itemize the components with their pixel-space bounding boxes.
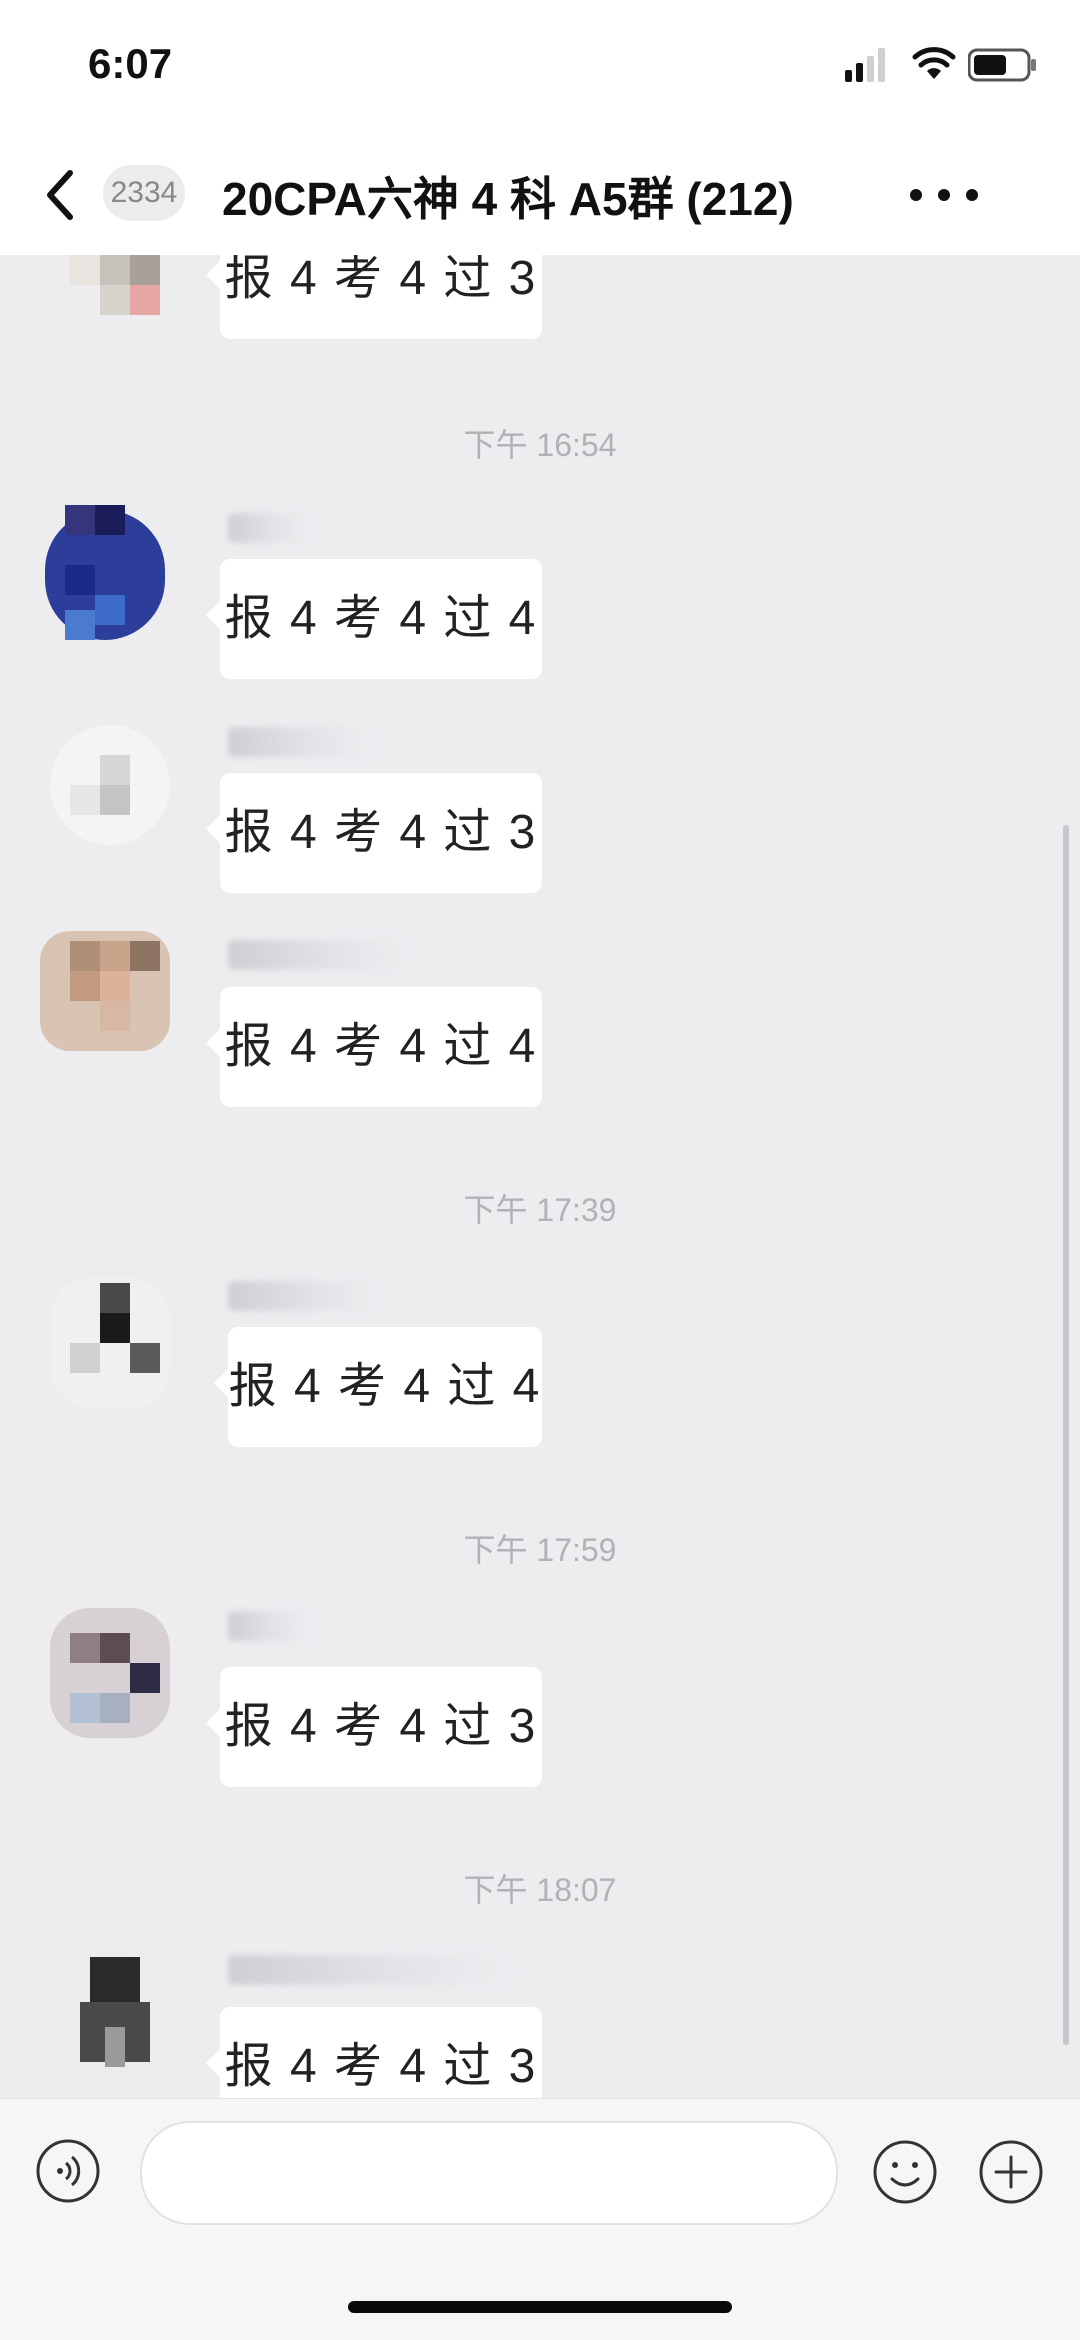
more-dots-icon[interactable] — [904, 175, 984, 215]
wifi-icon — [912, 47, 956, 79]
message-bubble[interactable]: 报 4 考 4 过 4 — [206, 987, 542, 1107]
status-time: 6:07 — [88, 40, 173, 87]
message-bubble[interactable]: 报 4 考 4 过 3 — [206, 255, 542, 339]
sender-name — [228, 513, 308, 543]
timestamp: 下午 18:07 — [463, 1872, 617, 1908]
sender-name — [228, 727, 368, 757]
avatar[interactable] — [30, 720, 182, 860]
chat-title[interactable]: 20CPA六神 4 科 A5群 (212) — [222, 163, 794, 229]
status-bar: 6:07 — [0, 0, 1080, 135]
plus-icon[interactable] — [978, 2139, 1044, 2205]
home-indicator — [348, 2301, 732, 2313]
avatar[interactable] — [30, 1603, 182, 1743]
battery-icon — [968, 48, 1036, 82]
input-bar — [0, 2098, 1080, 2340]
sender-name — [228, 1955, 508, 1985]
message-bubble[interactable]: 报 4 考 4 过 4 — [214, 1327, 542, 1447]
avatar[interactable] — [30, 505, 182, 645]
message-bubble[interactable]: 报 4 考 4 过 3 — [206, 773, 542, 893]
sender-name — [228, 1611, 308, 1641]
chat-header: 2334 20CPA六神 4 科 A5群 (212) — [0, 135, 1080, 255]
signal-icon — [845, 48, 885, 82]
message-input[interactable] — [140, 2121, 838, 2225]
sender-name — [228, 940, 408, 970]
sender-name — [228, 1281, 378, 1311]
voice-icon[interactable] — [36, 2139, 100, 2203]
timestamp: 下午 17:39 — [463, 1192, 617, 1228]
avatar[interactable] — [30, 1273, 182, 1413]
chevron-left-icon[interactable] — [40, 165, 80, 225]
message-bubble[interactable]: 报 4 考 4 过 4 — [206, 559, 542, 679]
message-list[interactable]: 报 4 考 4 过 3 下午 16:54 报 4 考 4 过 4 报 4 考 4… — [0, 255, 1080, 2098]
avatar[interactable] — [30, 1947, 182, 2087]
emoji-icon[interactable] — [872, 2139, 938, 2205]
unread-badge[interactable]: 2334 — [103, 165, 185, 221]
timestamp: 下午 17:59 — [463, 1532, 617, 1568]
timestamp: 下午 16:54 — [463, 427, 617, 463]
avatar[interactable] — [30, 255, 182, 335]
message-bubble[interactable]: 报 4 考 4 过 3 — [206, 2007, 542, 2098]
scrollbar[interactable] — [1063, 825, 1069, 2045]
avatar[interactable] — [30, 921, 182, 1061]
message-bubble[interactable]: 报 4 考 4 过 3 — [206, 1667, 542, 1787]
